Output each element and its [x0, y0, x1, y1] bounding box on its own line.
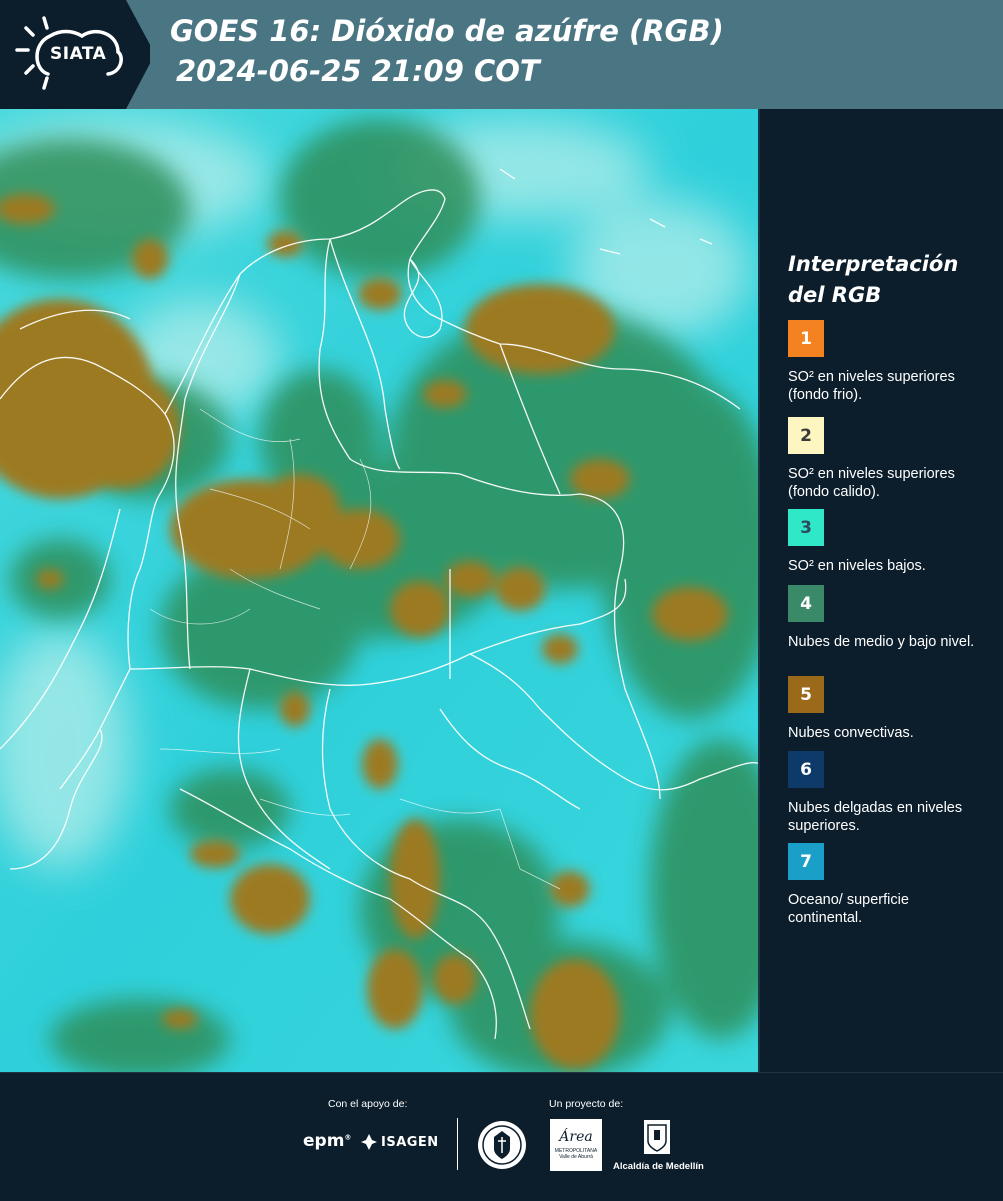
legend-label: SO² en niveles superiores (fondo frio). [788, 369, 955, 403]
legend-label: Nubes de medio y bajo nivel. [788, 634, 975, 650]
legend-swatch: 2 [788, 417, 824, 454]
timestamp: 2024-06-25 21:09 COT [176, 54, 540, 88]
legend-swatch: 5 [788, 676, 824, 713]
legend-label: SO² en niveles superiores (fondo calido)… [788, 466, 955, 500]
legend-label: SO² en niveles bajos. [788, 558, 926, 574]
legend-panel: Interpretación del RGB 1 SO² en niveles … [760, 109, 1003, 1072]
epm-logo: epm® [303, 1131, 352, 1151]
legend-item-1: 1 SO² en niveles superiores (fondo frio)… [788, 320, 993, 404]
medellin-seal-icon [478, 1121, 526, 1169]
legend-item-2: 2 SO² en niveles superiores (fondo calid… [788, 417, 993, 501]
footer-bar: Con el apoyo de: Un proyecto de: epm® IS… [0, 1072, 1003, 1201]
legend-label: Oceano/ superficie continental. [788, 892, 909, 926]
legend-item-3: 3 SO² en niveles bajos. [788, 509, 993, 575]
area-logo-sub2: Valle de Aburrá [559, 1154, 593, 1160]
legend-title: Interpretación del RGB [788, 252, 959, 307]
page-title: GOES 16: Dióxido de azúfre (RGB) [170, 14, 724, 48]
legend-swatch: 1 [788, 320, 824, 357]
legend-swatch: 6 [788, 751, 824, 788]
project-caption: Un proyecto de: [549, 1098, 624, 1110]
rgb-satellite-image [0, 109, 758, 1072]
epm-logo-text: epm [303, 1131, 345, 1151]
isagen-logo-text: ISAGEN [381, 1134, 439, 1150]
support-caption: Con el apoyo de: [328, 1098, 408, 1110]
legend-label: Nubes convectivas. [788, 725, 914, 741]
legend-swatch: 7 [788, 843, 824, 880]
footer-divider [457, 1118, 458, 1170]
header-bar: SIATA GOES 16: Dióxido de azúfre (RGB) 2… [0, 0, 1003, 109]
area-metropolitana-logo: Área METROPOLITANA Valle de Aburrá [550, 1119, 602, 1171]
alcaldia-logo-text: Alcaldía de Medellín [613, 1161, 704, 1172]
legend-item-4: 4 Nubes de medio y bajo nivel. [788, 585, 993, 651]
legend-swatch: 3 [788, 509, 824, 546]
legend-swatch: 4 [788, 585, 824, 622]
legend-label: Nubes delgadas en niveles superiores. [788, 800, 963, 834]
siata-logo: SIATA [0, 0, 150, 109]
satellite-map[interactable] [0, 109, 760, 1072]
area-logo-word: Área [559, 1129, 593, 1145]
alcaldia-crest-icon [644, 1120, 670, 1154]
legend-item-7: 7 Oceano/ superficie continental. [788, 843, 993, 927]
isagen-mark-icon [361, 1134, 377, 1150]
legend-item-6: 6 Nubes delgadas en niveles superiores. [788, 751, 993, 835]
legend-item-5: 5 Nubes convectivas. [788, 676, 993, 742]
isagen-logo: ISAGEN [360, 1133, 439, 1151]
logo-text: SIATA [50, 44, 107, 64]
